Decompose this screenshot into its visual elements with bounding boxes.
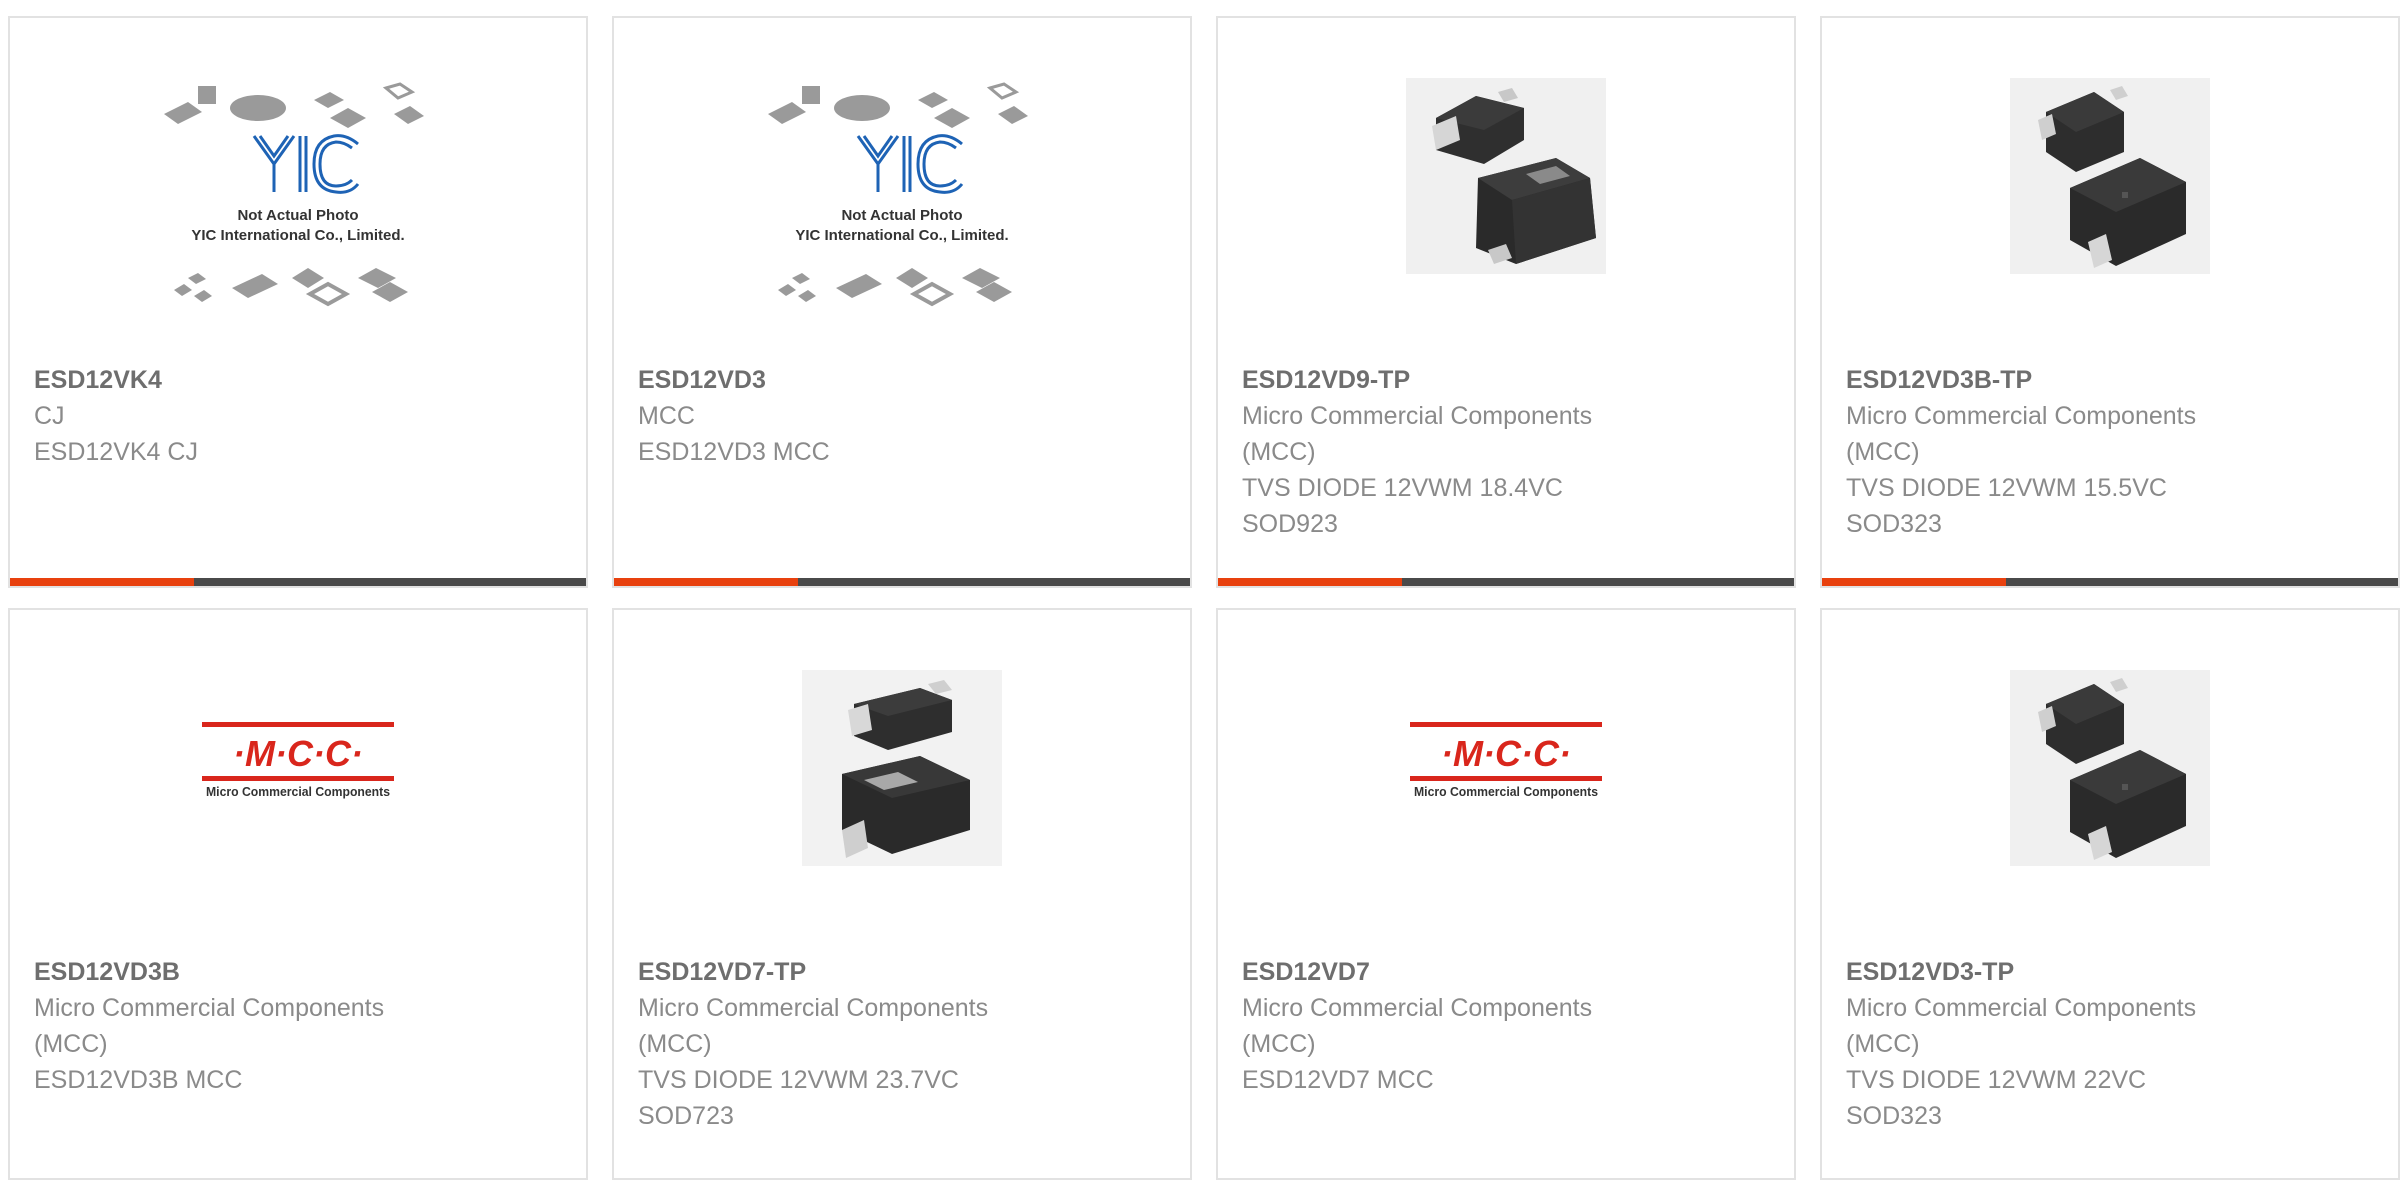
progress-bar-fill: [1822, 578, 2007, 586]
sod323-package-image: [2010, 78, 2210, 274]
product-card[interactable]: ESD12VD3B-TP Micro Commercial Components (…: [1820, 16, 2400, 588]
part-number-link[interactable]: ESD12VD3-TP: [1846, 954, 2374, 990]
product-info: ESD12VD7-TP Micro Commercial Components (M…: [638, 954, 1166, 1134]
product-detail-line: (MCC): [1242, 1030, 1316, 1058]
product-info: ESD12VD3B Micro Commercial Components (MCC…: [34, 954, 562, 1098]
mcc-logo-caption: Micro Commercial Components: [1414, 784, 1598, 799]
product-card[interactable]: Not Actual Photo YIC International Co., …: [612, 16, 1192, 588]
product-detail-line: CJ: [34, 402, 65, 430]
product-detail-line: TVS DIODE 12VWM 22VC: [1846, 1066, 2147, 1094]
product-detail-line: Micro Commercial Components: [1846, 994, 2197, 1022]
progress-bar: [10, 578, 586, 586]
not-actual-photo-image: Not Actual Photo YIC International Co., …: [768, 82, 1028, 307]
placeholder-line-1: Not Actual Photo: [237, 207, 358, 224]
product-info: ESD12VD3-TP Micro Commercial Components (M…: [1846, 954, 2374, 1134]
product-detail-line: Micro Commercial Components: [638, 994, 989, 1022]
progress-bar-fill: [10, 578, 195, 586]
part-number-link[interactable]: ESD12VD3: [638, 362, 1166, 398]
product-detail-line: MCC: [638, 402, 695, 430]
product-detail-line: Micro Commercial Components: [1242, 994, 1593, 1022]
product-detail-line: TVS DIODE 12VWM 15.5VC: [1846, 474, 2167, 502]
product-info: ESD12VD3 MCC ESD12VD3 MCC: [638, 362, 1166, 470]
mcc-logo-letters: ·M·C·C·: [1441, 733, 1571, 774]
product-detail-line: TVS DIODE 12VWM 18.4VC: [1242, 474, 1563, 502]
product-detail-line: (MCC): [1846, 438, 1920, 466]
product-detail-line: TVS DIODE 12VWM 23.7VC: [638, 1066, 959, 1094]
sod323-package-image: [2010, 670, 2210, 866]
product-detail-line: (MCC): [1242, 438, 1316, 466]
part-number-link[interactable]: ESD12VD3B: [34, 954, 562, 990]
part-number-link[interactable]: ESD12VK4: [34, 362, 562, 398]
product-detail-line: ESD12VD3 MCC: [638, 438, 830, 466]
product-detail-line: SOD323: [1846, 510, 1942, 538]
product-detail-line: ESD12VD3B MCC: [34, 1066, 243, 1094]
product-info: ESD12VK4 CJ ESD12VK4 CJ: [34, 362, 562, 470]
placeholder-line-2: YIC International Co., Limited.: [191, 227, 404, 244]
product-image[interactable]: [1822, 78, 2398, 316]
product-card[interactable]: ESD12VD7-TP Micro Commercial Components (M…: [612, 608, 1192, 1180]
part-number-link[interactable]: ESD12VD9-TP: [1242, 362, 1770, 398]
product-detail-line: SOD923: [1242, 510, 1338, 538]
product-image[interactable]: Not Actual Photo YIC International Co., …: [614, 78, 1190, 316]
product-detail-line: ESD12VK4 CJ: [34, 438, 198, 466]
mcc-logo-letters: ·M·C·C·: [233, 733, 363, 774]
product-detail-line: Micro Commercial Components: [34, 994, 385, 1022]
product-image[interactable]: [614, 670, 1190, 908]
product-image[interactable]: [1218, 78, 1794, 316]
part-number-link[interactable]: ESD12VD7-TP: [638, 954, 1166, 990]
part-number-link[interactable]: ESD12VD7: [1242, 954, 1770, 990]
product-card[interactable]: ·M·C·C· Micro Commercial Components ESD1…: [8, 608, 588, 1180]
mcc-logo-image: ·M·C·C· Micro Commercial Components: [202, 722, 394, 799]
product-image[interactable]: ·M·C·C· Micro Commercial Components: [1218, 670, 1794, 908]
product-info: ESD12VD7 Micro Commercial Components (MCC)…: [1242, 954, 1770, 1098]
placeholder-line-2: YIC International Co., Limited.: [795, 227, 1008, 244]
product-card[interactable]: ·M·C·C· Micro Commercial Components ESD1…: [1216, 608, 1796, 1180]
product-image[interactable]: [1822, 670, 2398, 908]
product-detail-line: ESD12VD7 MCC: [1242, 1066, 1434, 1094]
progress-bar-fill: [1218, 578, 1403, 586]
not-actual-photo-image: Not Actual Photo YIC International Co., …: [164, 82, 424, 307]
product-card[interactable]: Not Actual Photo YIC International Co., …: [8, 16, 588, 588]
product-card[interactable]: ESD12VD9-TP Micro Commercial Components (M…: [1216, 16, 1796, 588]
progress-bar: [1822, 578, 2398, 586]
product-info: ESD12VD9-TP Micro Commercial Components (M…: [1242, 362, 1770, 542]
progress-bar: [1218, 578, 1794, 586]
product-detail-line: (MCC): [34, 1030, 108, 1058]
product-image[interactable]: ·M·C·C· Micro Commercial Components: [10, 670, 586, 908]
product-card[interactable]: ESD12VD3-TP Micro Commercial Components (M…: [1820, 608, 2400, 1180]
product-detail-line: Micro Commercial Components: [1846, 402, 2197, 430]
product-detail-line: SOD323: [1846, 1102, 1942, 1130]
mcc-logo-image: ·M·C·C· Micro Commercial Components: [1410, 722, 1602, 799]
progress-bar-fill: [614, 578, 799, 586]
sod723-package-image: [802, 670, 1002, 866]
part-number-link[interactable]: ESD12VD3B-TP: [1846, 362, 2374, 398]
sod923-package-image: [1406, 78, 1606, 274]
product-image[interactable]: Not Actual Photo YIC International Co., …: [10, 78, 586, 316]
product-grid: Not Actual Photo YIC International Co., …: [8, 16, 2400, 1180]
product-detail-line: Micro Commercial Components: [1242, 402, 1593, 430]
product-info: ESD12VD3B-TP Micro Commercial Components (…: [1846, 362, 2374, 542]
product-detail-line: SOD723: [638, 1102, 734, 1130]
product-detail-line: (MCC): [638, 1030, 712, 1058]
progress-bar: [614, 578, 1190, 586]
mcc-logo-caption: Micro Commercial Components: [206, 784, 390, 799]
placeholder-line-1: Not Actual Photo: [841, 207, 962, 224]
product-detail-line: (MCC): [1846, 1030, 1920, 1058]
